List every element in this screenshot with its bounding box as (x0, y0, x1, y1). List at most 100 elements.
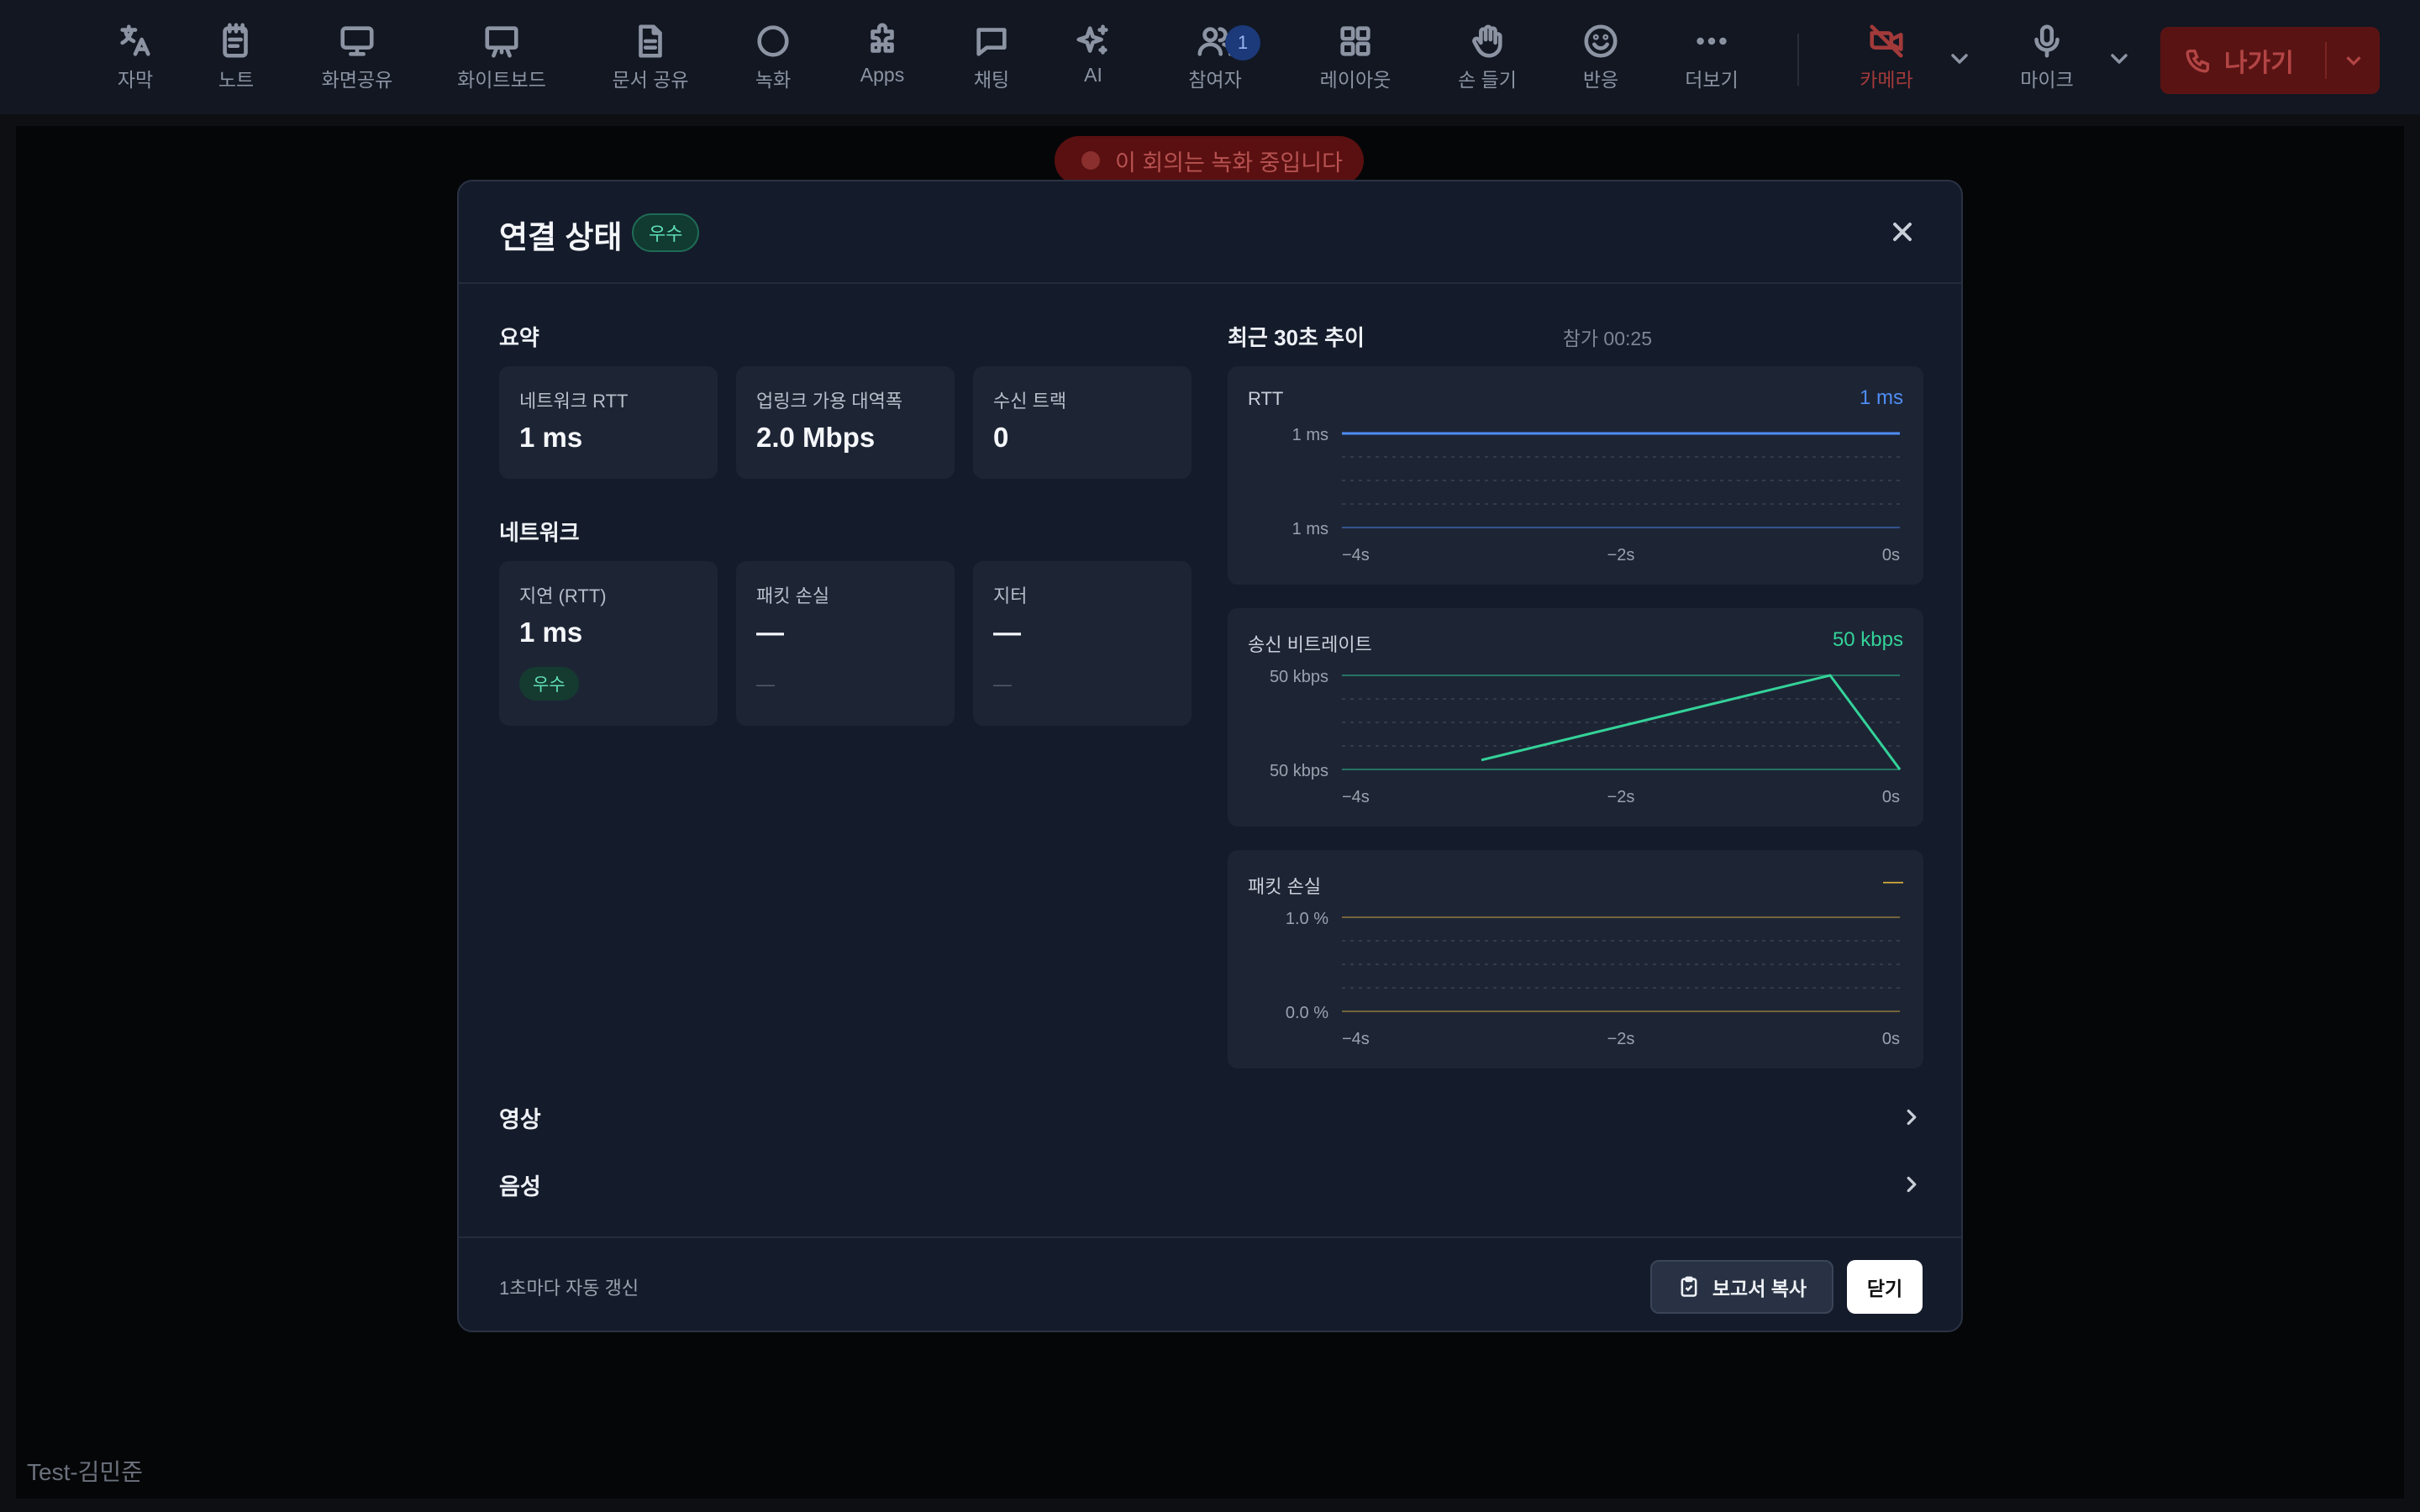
chevron-down-icon (1951, 54, 1968, 64)
grid-icon (1340, 26, 1370, 56)
phone-icon (2186, 49, 2210, 73)
chart-plot: 1 ms 1 ms −4s −2s 0s (1292, 426, 1900, 564)
card-label: 업링크 가용 대역폭 (756, 391, 903, 412)
leave-label: 나가기 (2224, 50, 2294, 77)
document-icon (639, 24, 662, 58)
toolbar-mic-button[interactable]: 마이크 (1980, 22, 2114, 92)
leave-button-group: 나가기 (2160, 27, 2380, 94)
close-icon (1893, 223, 1912, 241)
leave-button[interactable]: 나가기 (2160, 27, 2325, 94)
translate-icon (120, 24, 150, 56)
card-label: 지터 (993, 585, 1028, 606)
status-badge: 우수 (632, 213, 700, 252)
card-label: 네트워크 RTT (519, 391, 629, 412)
toolbar-label: 자막 (117, 69, 154, 91)
video-section-row[interactable]: 영상 (499, 1092, 1924, 1142)
toolbar-notes-button[interactable]: 노트 (169, 22, 303, 92)
chart-plot: 1.0 % 0.0 % −4s −2s 0s (1286, 910, 1900, 1048)
chevron-down-icon (2111, 54, 2128, 64)
quality-badge: 우수 (519, 667, 579, 701)
rtt-chart: 1 ms 1 ms −4s −2s 0s RTT 1 ms (1228, 366, 1923, 585)
toolbar-label: 레이아웃 (1319, 69, 1392, 91)
puzzle-icon (871, 23, 894, 53)
recording-banner-text: 이 회의는 녹화 중입니다 (1115, 150, 1343, 176)
toolbar-label: 문서 공유 (612, 69, 689, 91)
y-tick-label: 50 kbps (1270, 762, 1328, 780)
x-tick-label: 0s (1882, 788, 1900, 806)
close-button[interactable]: 닫기 (1847, 1260, 1923, 1314)
summary-card-uplink: 업링크 가용 대역폭 2.0 Mbps (736, 366, 955, 479)
card-value: 1 ms (519, 617, 583, 648)
card-value: 0 (993, 422, 1009, 453)
toolbar-label: 채팅 (973, 69, 1010, 91)
toolbar-label: Apps (860, 64, 905, 86)
toolbar-label: 화이트보드 (457, 69, 546, 91)
chart-current-value: — (1883, 870, 1903, 893)
mic-options-chevron[interactable] (2106, 45, 2133, 72)
toolbar-label: 마이크 (2020, 69, 2074, 91)
x-tick-label: −2s (1607, 546, 1635, 564)
monitor-icon (340, 26, 374, 56)
chevron-right-icon (1907, 1109, 1917, 1126)
section-label: 영상 (499, 1106, 541, 1132)
connection-status-dialog: 연결 상태 우수 요약 참가 00:25 네트워크 RTT 1 ms 업링크 가… (457, 180, 1963, 1332)
packet-loss-chart: 1.0 % 0.0 % −4s −2s 0s 패킷 손실 — (1228, 850, 1923, 1068)
network-card-packet-loss: 패킷 손실 — — (736, 561, 955, 726)
smile-icon (1584, 24, 1618, 58)
toolbar-divider (1797, 34, 1799, 86)
toolbar-participants-button[interactable]: 1 참여자 (1148, 22, 1282, 92)
card-label: 지연 (RTT) (519, 585, 607, 606)
toolbar-label: 녹화 (755, 69, 792, 91)
network-card-jitter: 지터 — — (973, 561, 1192, 726)
card-value: — (993, 617, 1021, 648)
x-tick-label: −4s (1342, 1030, 1370, 1048)
toolbar-label: 화면공유 (321, 69, 393, 91)
card-sub: — (756, 674, 775, 695)
toolbar-camera-button[interactable]: 카메라 (1819, 22, 1954, 92)
send-bitrate-chart: 50 kbps 50 kbps −4s −2s 0s 송신 비트레이트 50 kbps (1228, 608, 1923, 827)
y-tick-label: 1.0 % (1286, 910, 1328, 928)
dialog-close-button[interactable] (1887, 217, 1918, 247)
card-sub: — (993, 674, 1012, 695)
y-tick-label: 1 ms (1292, 520, 1328, 538)
toolbar-layout-button[interactable]: 레이아웃 (1288, 22, 1423, 92)
card-value: — (756, 617, 784, 648)
recording-dot-icon (1081, 151, 1100, 170)
chart-title: 패킷 손실 (1248, 876, 1322, 897)
recording-banner: 이 회의는 녹화 중입니다 (1055, 136, 1364, 185)
toolbar-label: 더보기 (1685, 69, 1739, 91)
card-value: 2.0 Mbps (756, 422, 876, 453)
leave-options-chevron[interactable] (2327, 48, 2380, 73)
microphone-icon (2034, 24, 2060, 58)
hand-icon (1472, 24, 1502, 58)
toolbar-ai-button[interactable]: AI (1026, 22, 1160, 87)
record-icon (757, 25, 789, 57)
participant-name-label: Test-김민준 (27, 1459, 143, 1485)
copy-report-button[interactable]: 보고서 복사 (1650, 1260, 1833, 1314)
audio-section-row[interactable]: 음성 (499, 1159, 1924, 1210)
auto-refresh-text: 1초마다 자동 갱신 (499, 1278, 639, 1299)
toolbar-label: 반응 (1582, 69, 1619, 91)
dialog-footer: 1초마다 자동 갱신 보고서 복사 닫기 (459, 1236, 1961, 1331)
x-tick-label: −2s (1607, 788, 1635, 806)
chart-current-value: 1 ms (1859, 386, 1903, 409)
sparkles-icon (1076, 24, 1108, 55)
copy-report-label: 보고서 복사 (1712, 1278, 1807, 1299)
section-label: 음성 (499, 1173, 541, 1200)
toolbar-screenshare-button[interactable]: 화면공유 (290, 22, 424, 92)
toolbar-doc-share-button[interactable]: 문서 공유 (583, 22, 718, 92)
summary-title: 요약 (499, 325, 539, 350)
network-title: 네트워크 (499, 520, 580, 545)
x-tick-label: −4s (1342, 546, 1370, 564)
toolbar-whiteboard-button[interactable]: 화이트보드 (434, 22, 569, 92)
join-time: 참가 00:25 (1562, 328, 1652, 349)
camera-options-chevron[interactable] (1946, 45, 1973, 72)
chevron-down-icon (2345, 56, 2361, 66)
chat-icon (976, 28, 1007, 56)
summary-card-rtt: 네트워크 RTT 1 ms (499, 366, 718, 479)
y-tick-label: 1 ms (1292, 426, 1328, 444)
y-tick-label: 50 kbps (1270, 668, 1328, 686)
network-card-latency: 지연 (RTT) 1 ms 우수 (499, 561, 718, 726)
toolbar-more-button[interactable]: 더보기 (1644, 22, 1779, 92)
chevron-right-icon (1907, 1176, 1917, 1193)
